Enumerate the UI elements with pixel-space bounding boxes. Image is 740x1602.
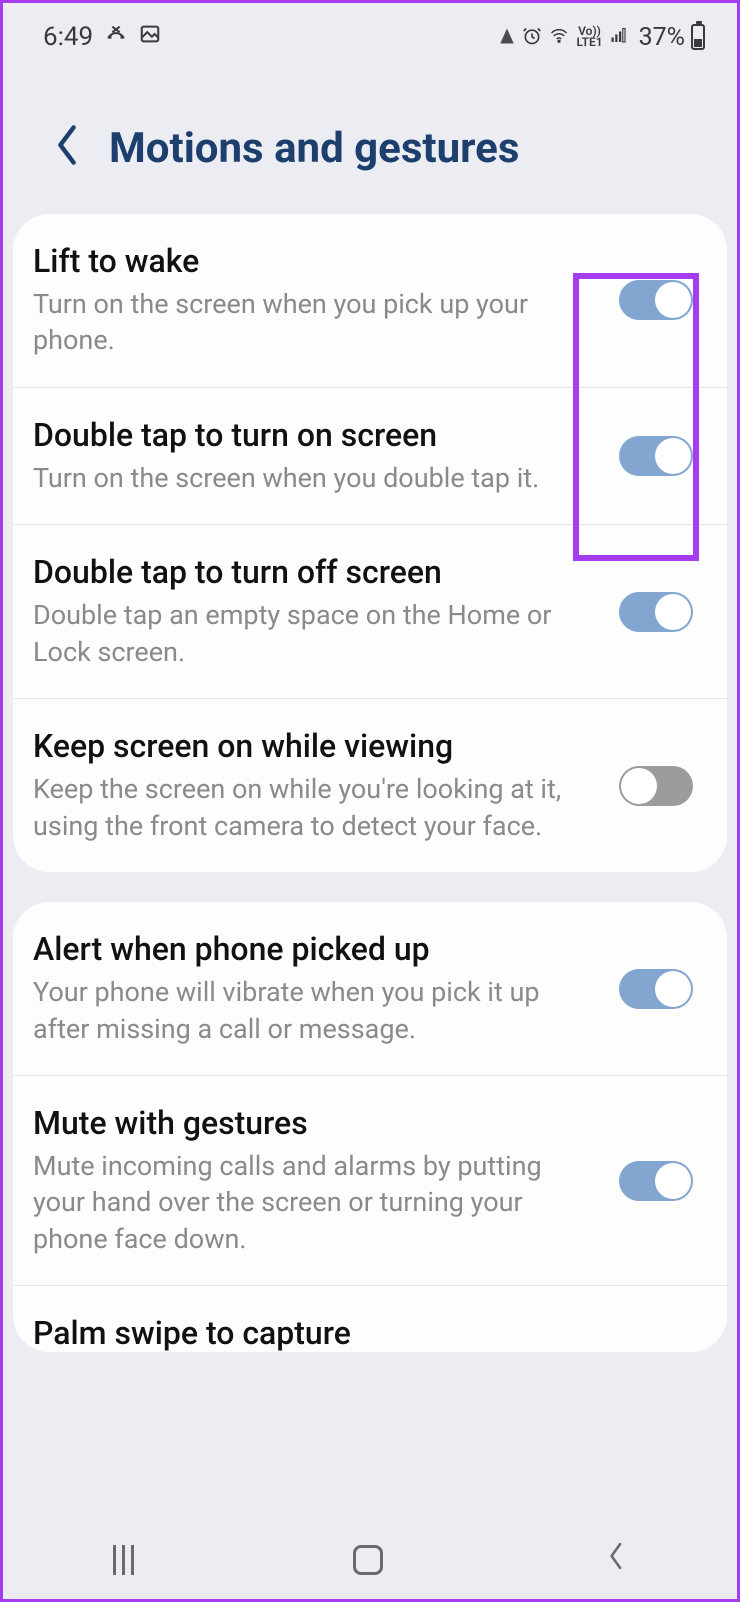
setting-title: Alert when phone picked up — [33, 930, 599, 968]
toggle-double-tap-on[interactable] — [619, 436, 693, 476]
missed-call-icon — [105, 22, 127, 52]
setting-alert-picked-up[interactable]: Alert when phone picked up Your phone wi… — [13, 902, 727, 1076]
setting-title: Double tap to turn off screen — [33, 553, 599, 591]
settings-group-1: Lift to wake Turn on the screen when you… — [13, 214, 727, 872]
navigation-bar — [3, 1521, 737, 1599]
setting-palm-swipe[interactable]: Palm swipe to capture — [13, 1286, 727, 1352]
signal-icon — [609, 27, 629, 48]
sync-icon — [498, 27, 516, 48]
setting-double-tap-off[interactable]: Double tap to turn off screen Double tap… — [13, 525, 727, 699]
nav-back-button[interactable] — [603, 1539, 627, 1582]
toggle-keep-screen-on[interactable] — [619, 766, 693, 806]
battery-percent: 37% — [639, 23, 685, 52]
setting-desc: Your phone will vibrate when you pick it… — [33, 974, 599, 1047]
setting-double-tap-on[interactable]: Double tap to turn on screen Turn on the… — [13, 388, 727, 525]
setting-desc: Turn on the screen when you pick up your… — [33, 286, 599, 359]
setting-lift-to-wake[interactable]: Lift to wake Turn on the screen when you… — [13, 214, 727, 388]
wifi-icon — [548, 27, 570, 48]
nav-recent-button[interactable] — [113, 1545, 134, 1575]
setting-keep-screen-on[interactable]: Keep screen on while viewing Keep the sc… — [13, 699, 727, 872]
alarm-icon — [522, 26, 542, 49]
back-button[interactable] — [53, 123, 81, 174]
setting-desc: Keep the screen on while you're looking … — [33, 771, 599, 844]
setting-title: Palm swipe to capture — [33, 1314, 693, 1352]
setting-desc: Mute incoming calls and alarms by puttin… — [33, 1148, 599, 1257]
page-title: Motions and gestures — [109, 124, 519, 173]
setting-title: Lift to wake — [33, 242, 599, 280]
battery-icon — [691, 24, 705, 50]
toggle-mute-gestures[interactable] — [619, 1161, 693, 1201]
setting-mute-gestures[interactable]: Mute with gestures Mute incoming calls a… — [13, 1076, 727, 1286]
setting-title: Double tap to turn on screen — [33, 416, 599, 454]
status-bar: 6:49 Vo))LTE1 37% — [3, 3, 737, 63]
picture-icon — [139, 22, 161, 52]
settings-group-2: Alert when phone picked up Your phone wi… — [13, 902, 727, 1352]
setting-title: Mute with gestures — [33, 1104, 599, 1142]
status-time: 6:49 — [43, 22, 93, 52]
nav-home-button[interactable] — [353, 1545, 383, 1575]
toggle-alert-picked-up[interactable] — [619, 969, 693, 1009]
page-header: Motions and gestures — [3, 63, 737, 214]
setting-desc: Double tap an empty space on the Home or… — [33, 597, 599, 670]
setting-desc: Turn on the screen when you double tap i… — [33, 460, 599, 496]
toggle-double-tap-off[interactable] — [619, 592, 693, 632]
setting-title: Keep screen on while viewing — [33, 727, 599, 765]
volte-icon: Vo))LTE1 — [576, 26, 602, 48]
toggle-lift-to-wake[interactable] — [619, 280, 693, 320]
